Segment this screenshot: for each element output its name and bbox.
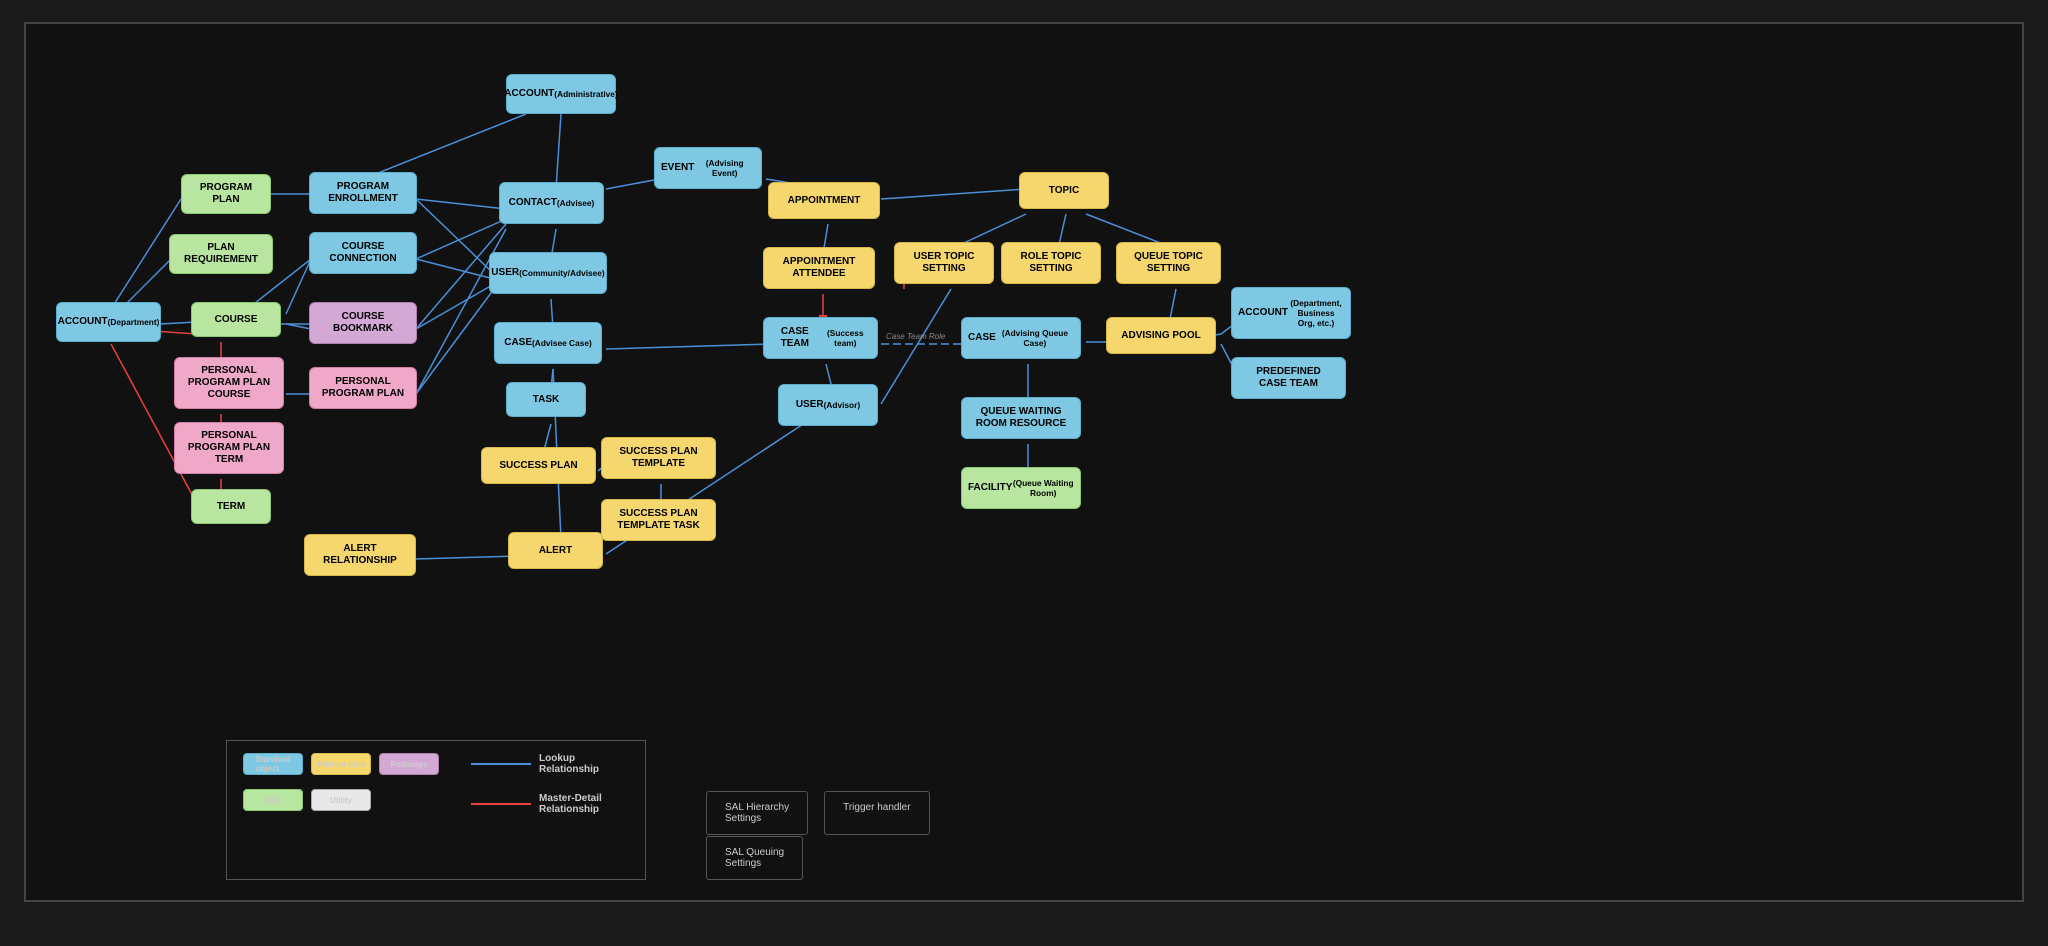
node-program-plan: PROGRAMPLAN [181,174,271,214]
legend-utility: Utility [311,789,371,811]
node-alert-relationship: ALERTRELATIONSHIP [304,534,416,576]
node-course-bookmark: COURSEBOOKMARK [309,302,417,344]
node-user-community: USER(Community/Advisee) [489,252,607,294]
node-queue-topic-setting: QUEUE TOPICSETTING [1116,242,1221,284]
node-account-dept2: ACCOUNT(Department, BusinessOrg, etc.) [1231,287,1351,339]
node-account-admin: ACCOUNT(Administrative) [506,74,616,114]
node-course: COURSE [191,302,281,337]
legend-sal-hierarchy: SAL HierarchySettings [706,791,808,835]
node-predefined-case-team: PREDEFINEDCASE TEAM [1231,357,1346,399]
legend-sal-queuing: SAL QueuingSettings [706,836,803,880]
node-success-plan-template: SUCCESS PLANTEMPLATE [601,437,716,479]
legend-trigger-handler: Trigger handler [824,791,929,835]
node-contact: CONTACT(Advisee) [499,182,604,224]
node-case-advisee: CASE(Advisee Case) [494,322,602,364]
node-task: TASK [506,382,586,417]
node-role-topic-setting: ROLE TOPICSETTING [1001,242,1101,284]
legend-pathways: Pathways [379,753,439,775]
legend-standard-object: Standardobject [243,753,303,775]
node-success-plan-template-task: SUCCESS PLANTEMPLATE TASK [601,499,716,541]
node-plan-requirement: PLANREQUIREMENT [169,234,273,274]
node-appointment: APPOINTMENT [768,182,880,219]
diagram-container: ACCOUNT(Administrative) ACCOUNT(Departme… [24,22,2024,902]
node-alert: ALERT [508,532,603,569]
node-personal-program-plan-term: PERSONALPROGRAM PLANTERM [174,422,284,474]
node-success-plan: SUCCESS PLAN [481,447,596,484]
node-event: EVENT(Advising Event) [654,147,762,189]
legend-eda: EDA [243,789,303,811]
node-personal-program-plan: PERSONALPROGRAM PLAN [309,367,417,409]
node-queue-waiting-room: QUEUE WAITINGROOM RESOURCE [961,397,1081,439]
node-case-team: CASE TEAM(Success team) [763,317,878,359]
legend-advisor-link: Advisor Link [311,753,371,775]
node-term: TERM [191,489,271,524]
case-team-role-label: Case Team Role [886,332,945,341]
node-user-topic-setting: USER TOPICSETTING [894,242,994,284]
legend-box: Standardobject Advisor Link Pathways EDA… [226,740,646,880]
node-user-advisor: USER(Advisor) [778,384,878,426]
node-facility: FACILITY(Queue Waiting Room) [961,467,1081,509]
node-course-connection: COURSECONNECTION [309,232,417,274]
node-account-dept: ACCOUNT(Department) [56,302,161,342]
legend-right-area: SAL HierarchySettings Trigger handler [706,791,930,835]
node-advising-pool: ADVISING POOL [1106,317,1216,354]
node-program-enrollment: PROGRAMENROLLMENT [309,172,417,214]
node-personal-program-plan-course: PERSONALPROGRAM PLANCOURSE [174,357,284,409]
node-appointment-attendee: APPOINTMENTATTENDEE [763,247,875,289]
node-topic: TOPIC [1019,172,1109,209]
node-case-advising-queue: CASE(Advising Queue Case) [961,317,1081,359]
